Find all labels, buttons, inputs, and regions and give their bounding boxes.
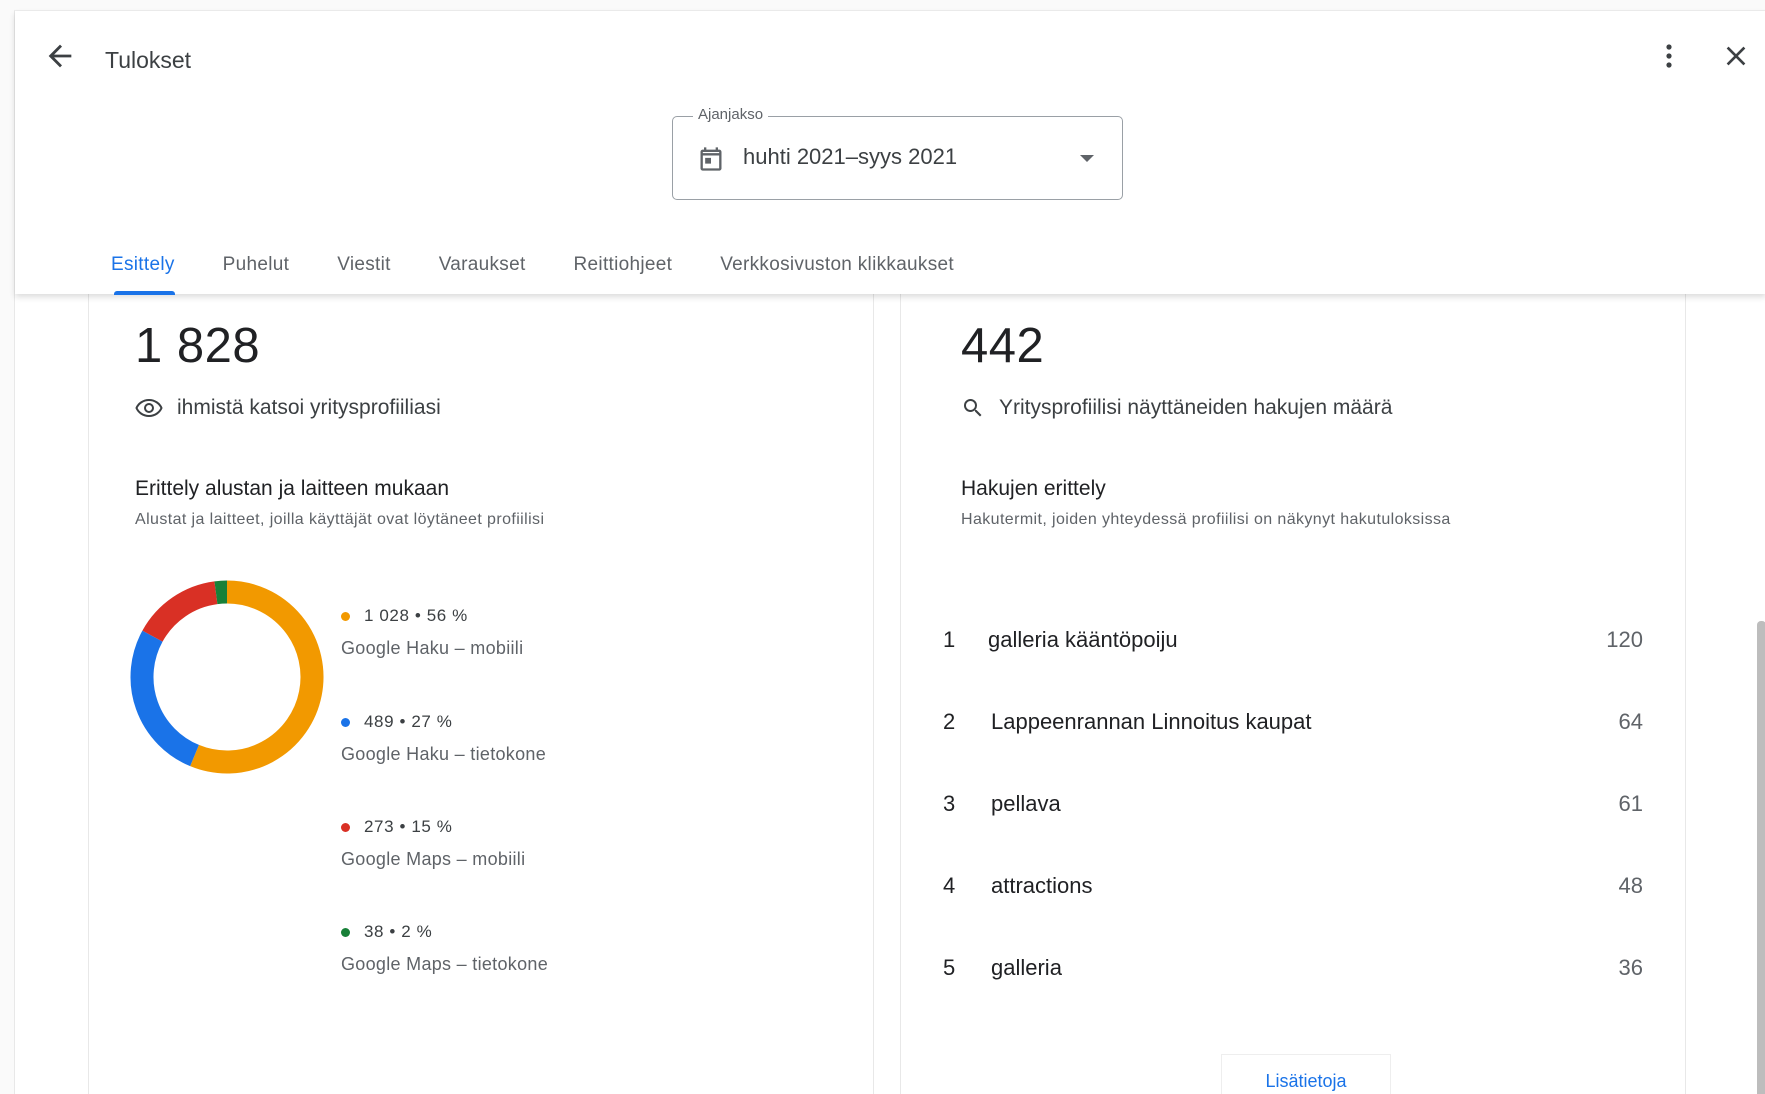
search-term: galleria kääntöpoiju — [988, 627, 1178, 652]
period-value: huhti 2021–syys 2021 — [743, 144, 958, 169]
legend-dot — [341, 822, 350, 832]
search-rank: 3 — [943, 791, 956, 816]
searches-total: 442 — [961, 319, 1045, 373]
search-breakdown-title: Hakujen erittely — [961, 477, 1106, 500]
search-term: attractions — [991, 873, 1093, 898]
legend-value: 489 • 27 % — [364, 712, 453, 731]
platform-breakdown-subtitle: Alustat ja laitteet, joilla käyttäjät ov… — [135, 511, 545, 528]
search-term-row[interactable]: 2 Lappeenrannan Linnoitus kaupat 64 — [943, 709, 1643, 749]
profile-views-caption: ihmistä katsoi yritysprofiiliasi — [177, 396, 441, 419]
search-term: galleria — [991, 955, 1062, 980]
legend-dot — [341, 927, 350, 937]
period-label: Ajanjakso — [693, 106, 769, 123]
searches-caption-row: Yritysprofiilisi näyttäneiden hakujen mä… — [961, 396, 1392, 420]
platform-breakdown-title: Erittely alustan ja laitteen mukaan — [135, 477, 450, 500]
search-term-row[interactable]: 5 galleria 36 — [943, 955, 1643, 995]
arrow-back-icon — [48, 44, 72, 68]
search-rank: 1 — [943, 627, 956, 652]
tab-bookings[interactable]: Varaukset — [439, 247, 526, 288]
dropdown-arrow-icon — [1080, 155, 1094, 162]
donut-slice-1 — [190, 580, 324, 774]
close-button[interactable] — [1720, 40, 1752, 72]
donut-slice-2 — [130, 630, 200, 767]
more-vert-icon — [1666, 44, 1672, 68]
legend-item: 489 • 27 % Google Haku – tietokone — [341, 712, 546, 765]
profile-views-card: 1 828 ihmistä katsoi yritysprofiiliasi E… — [88, 294, 874, 1094]
search-rank: 5 — [943, 955, 956, 980]
legend-value: 1 028 • 56 % — [364, 606, 468, 625]
tab-bar: Esittely Puhelut Viestit Varaukset Reitt… — [111, 247, 1002, 295]
back-button[interactable] — [43, 39, 77, 73]
tab-website-clicks[interactable]: Verkkosivuston klikkaukset — [720, 247, 954, 288]
legend-item: 273 • 15 % Google Maps – mobiili — [341, 817, 525, 870]
profile-views-caption-row: ihmistä katsoi yritysprofiiliasi — [135, 396, 441, 420]
dialog-title: Tulokset — [105, 47, 192, 73]
search-count: 61 — [1618, 791, 1643, 816]
scrollbar-thumb[interactable] — [1757, 621, 1765, 1094]
close-icon — [1726, 46, 1746, 66]
legend-item: 38 • 2 % Google Maps – tietokone — [341, 922, 548, 975]
search-icon — [964, 399, 982, 417]
search-count: 120 — [1606, 627, 1643, 652]
tab-calls[interactable]: Puhelut — [223, 247, 290, 288]
search-count: 36 — [1618, 955, 1643, 980]
tab-overview[interactable]: Esittely — [111, 247, 175, 295]
search-breakdown-subtitle: Hakutermit, joiden yhteydessä profiilisi… — [961, 511, 1451, 528]
legend-label: Google Maps – mobiili — [341, 849, 526, 869]
more-options-button[interactable] — [1657, 41, 1681, 71]
legend-dot — [341, 717, 350, 727]
performance-dialog: Tulokset Ajanjakso huhti 2021–syys 2021 … — [14, 10, 1765, 1094]
eye-icon — [135, 398, 163, 418]
donut-slice-4 — [214, 580, 228, 605]
search-term: pellava — [991, 791, 1061, 816]
search-rank: 4 — [943, 873, 956, 898]
platform-donut-chart — [130, 580, 324, 774]
search-count: 64 — [1618, 709, 1643, 734]
search-term-row[interactable]: 4 attractions 48 — [943, 873, 1643, 913]
searches-caption: Yritysprofiilisi näyttäneiden hakujen mä… — [999, 396, 1393, 419]
more-info-button[interactable]: Lisätietoja — [1221, 1054, 1391, 1094]
calendar-icon — [700, 147, 722, 171]
searches-card: 442 Yritysprofiilisi näyttäneiden hakuje… — [900, 294, 1686, 1094]
legend-dot — [341, 611, 350, 621]
tab-messages[interactable]: Viestit — [337, 247, 391, 288]
period-select[interactable]: Ajanjakso huhti 2021–syys 2021 — [672, 106, 1123, 200]
search-rank: 2 — [943, 709, 956, 734]
legend-value: 273 • 15 % — [364, 817, 453, 836]
legend-value: 38 • 2 % — [364, 922, 433, 941]
content-area[interactable]: 1 828 ihmistä katsoi yritysprofiiliasi E… — [15, 294, 1765, 1094]
search-term-row[interactable]: 1 galleria kääntöpoiju 120 — [943, 627, 1643, 667]
dialog-header: Tulokset Ajanjakso huhti 2021–syys 2021 … — [15, 11, 1765, 295]
search-count: 48 — [1618, 873, 1643, 898]
legend-label: Google Haku – mobiili — [341, 638, 524, 658]
profile-views-total: 1 828 — [135, 319, 261, 373]
legend-label: Google Haku – tietokone — [341, 744, 547, 764]
search-term: Lappeenrannan Linnoitus kaupat — [991, 709, 1312, 734]
tab-directions[interactable]: Reittiohjeet — [574, 247, 673, 288]
donut-slice-3 — [142, 581, 218, 643]
legend-item: 1 028 • 56 % Google Haku – mobiili — [341, 606, 523, 659]
search-term-row[interactable]: 3 pellava 61 — [943, 791, 1643, 831]
legend-label: Google Maps – tietokone — [341, 954, 549, 974]
